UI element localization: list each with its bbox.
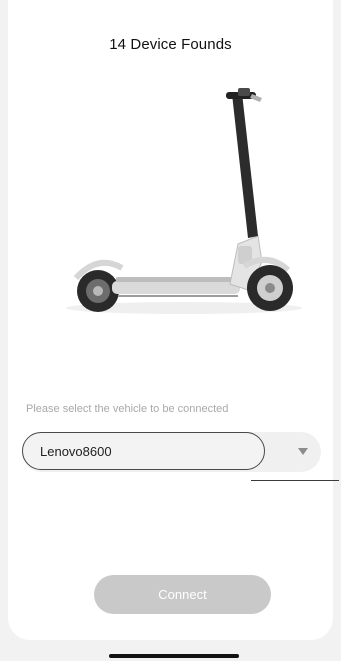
- scooter-image: [66, 88, 302, 314]
- device-found-screen: 14 Device Founds Please select the vehic…: [0, 0, 341, 661]
- vehicle-select[interactable]: Lenovo8600: [22, 432, 321, 472]
- page-title: 14 Device Founds: [109, 36, 232, 53]
- home-indicator: [109, 654, 239, 658]
- select-vehicle-prompt: Please select the vehicle to be connecte…: [26, 403, 229, 415]
- divider-line: [251, 480, 339, 481]
- selected-vehicle-value: Lenovo8600: [40, 444, 112, 459]
- connect-button[interactable]: Connect: [94, 575, 271, 614]
- selected-vehicle-field[interactable]: Lenovo8600: [22, 432, 265, 470]
- caret-down-icon[interactable]: [298, 448, 308, 455]
